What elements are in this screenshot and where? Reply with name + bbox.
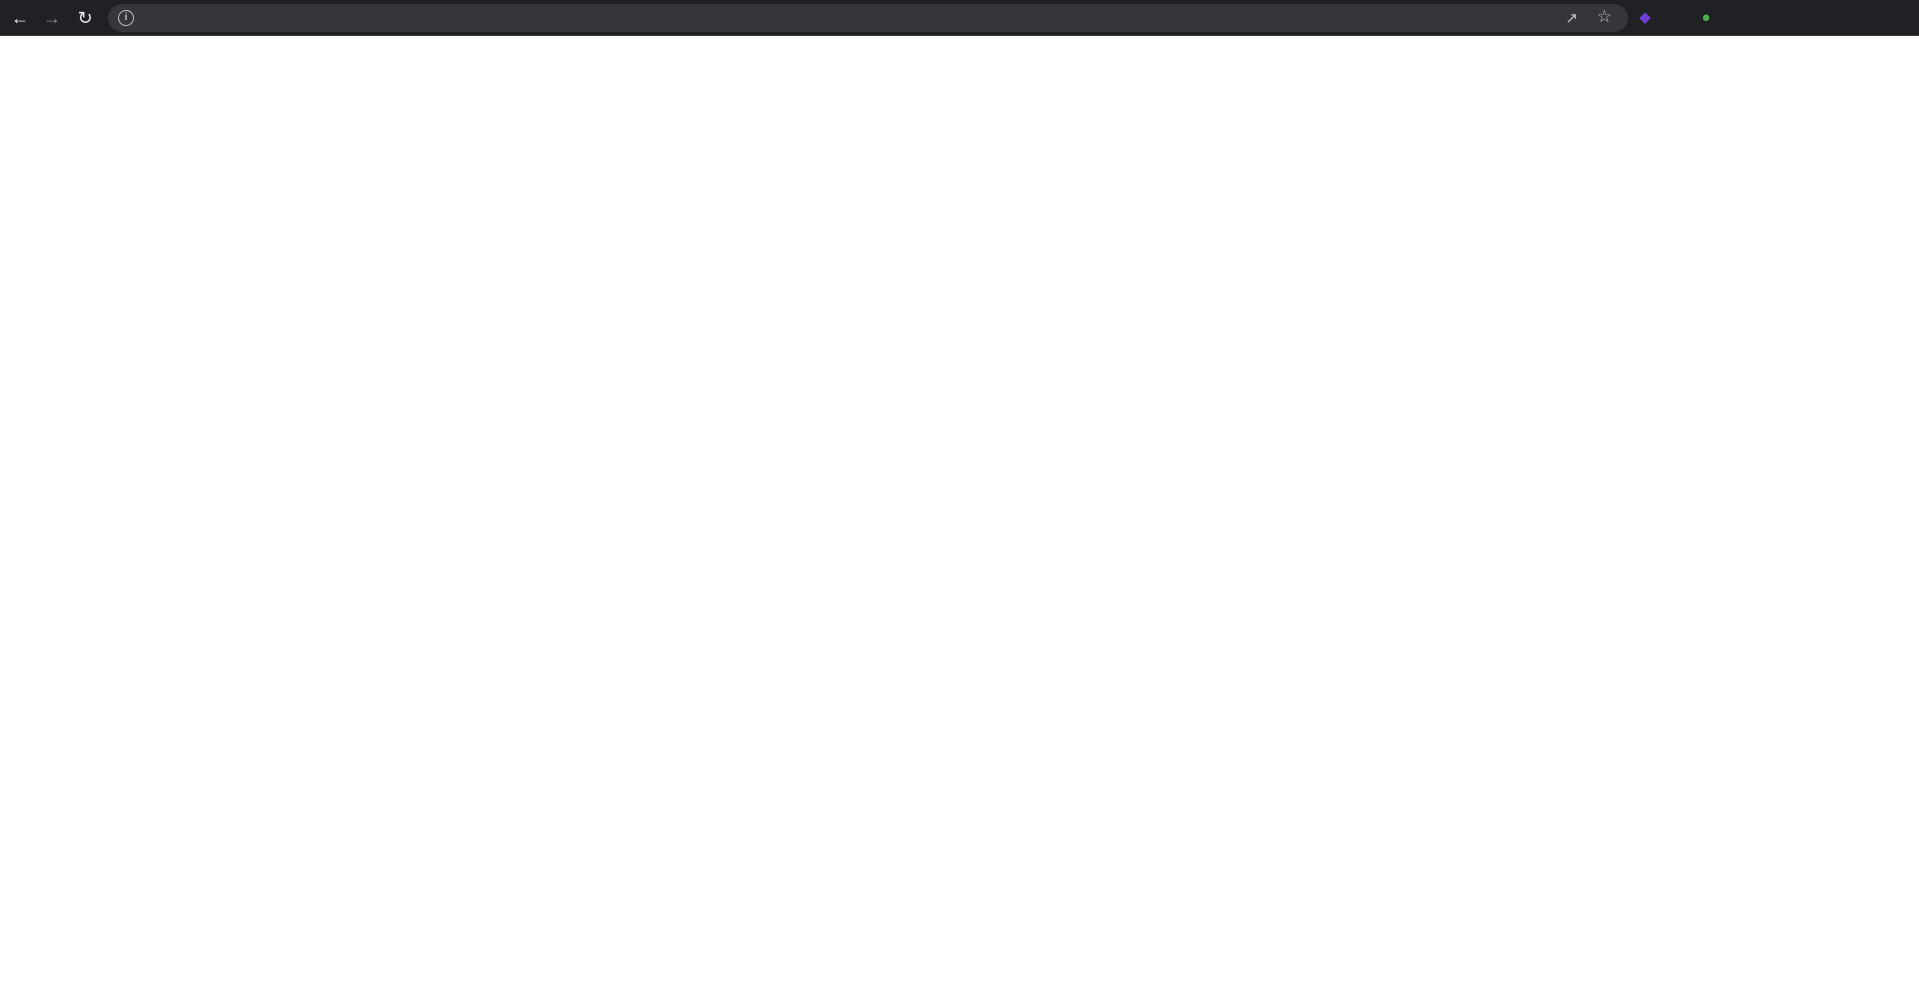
share-icon[interactable]: ↗ bbox=[1565, 9, 1578, 27]
back-icon[interactable]: ← bbox=[10, 8, 30, 28]
browser-toolbar: ← → ↻ i ↗ ☆ ◆ ● bbox=[0, 0, 1919, 36]
forward-icon[interactable]: → bbox=[42, 8, 62, 28]
site-info-icon[interactable]: i bbox=[118, 10, 134, 26]
extension-purple-icon[interactable]: ◆ bbox=[1634, 7, 1656, 29]
address-bar[interactable]: i ↗ ☆ bbox=[108, 4, 1628, 32]
reload-icon[interactable]: ↻ bbox=[75, 8, 95, 28]
bookmark-star-icon[interactable]: ☆ bbox=[1597, 7, 1612, 27]
